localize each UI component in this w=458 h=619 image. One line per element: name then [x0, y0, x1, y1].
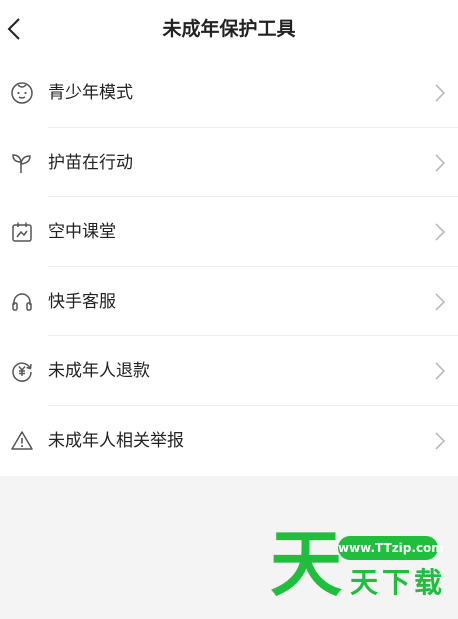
menu-item-minor-refund[interactable]: 未成年人退款 [0, 336, 458, 406]
menu-item-label: 护苗在行动 [48, 152, 133, 173]
page-title: 未成年保护工具 [162, 18, 296, 40]
chevron-right-icon [435, 293, 446, 311]
calendar-book-icon [12, 222, 32, 242]
chevron-right-icon [435, 432, 446, 450]
site-watermark: 天 www.TTzip.com 天下载 [270, 522, 450, 606]
menu-item-label: 快手客服 [48, 291, 116, 312]
sprout-icon [12, 153, 31, 173]
yuan-refund-icon [12, 362, 32, 383]
chevron-right-icon [435, 362, 446, 380]
headset-icon [12, 293, 32, 311]
menu-item-minor-report[interactable]: 未成年人相关举报 [0, 406, 458, 476]
chevron-right-icon [435, 223, 446, 241]
menu-list: 青少年模式 护苗在行动 空中课堂 快手客服 未成年人退款 未成年人相关举报 [0, 58, 458, 476]
chevron-right-icon [435, 154, 446, 172]
chevron-right-icon [435, 84, 446, 102]
baby-face-icon [11, 82, 33, 104]
warning-icon [11, 431, 33, 450]
menu-item-label: 空中课堂 [48, 222, 116, 243]
menu-item-label: 未成年人退款 [48, 361, 150, 382]
menu-item-label: 未成年人相关举报 [48, 430, 184, 451]
watermark-text: 天下载 [350, 566, 447, 599]
watermark-url: www.TTzip.com [338, 536, 444, 560]
menu-item-air-classroom[interactable]: 空中课堂 [0, 197, 458, 267]
menu-item-protect-seedlings[interactable]: 护苗在行动 [0, 128, 458, 198]
menu-item-label: 青少年模式 [48, 83, 133, 103]
menu-item-customer-service[interactable]: 快手客服 [0, 267, 458, 337]
top-bar: 未成年保护工具 [0, 0, 458, 58]
menu-item-teen-mode[interactable]: 青少年模式 [0, 58, 458, 128]
watermark-logo-char: 天 [270, 522, 343, 606]
